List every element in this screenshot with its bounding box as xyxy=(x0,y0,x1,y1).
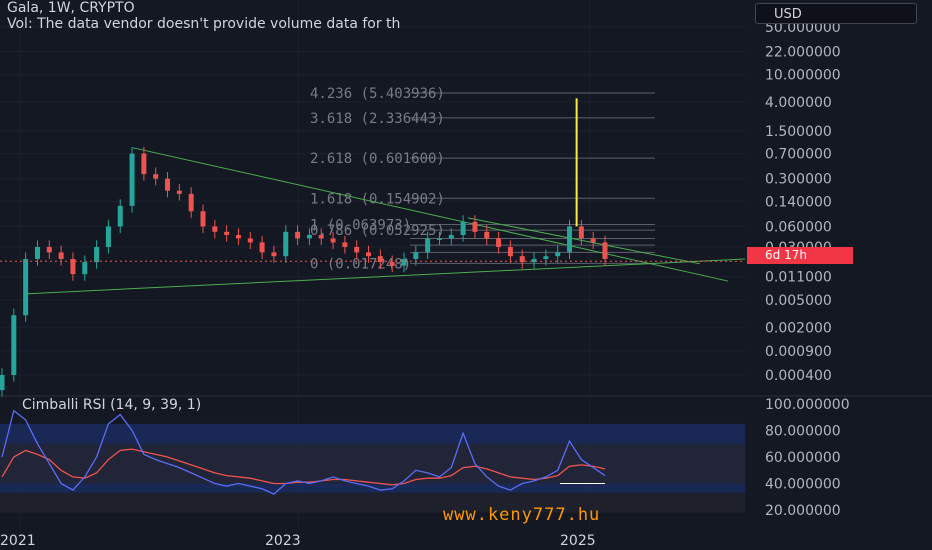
chart-title: Gala, 1W, CRYPTO xyxy=(7,0,135,16)
candle-body xyxy=(188,193,194,212)
candle-body xyxy=(602,242,608,259)
price-tick-label: 1.500000 xyxy=(765,124,832,140)
time-tick-label: 2025 xyxy=(560,533,596,549)
candle-body xyxy=(448,234,454,239)
chart-root: 4.236 (5.403936) 3.618 (2.336443) 2.618 (0… xyxy=(0,0,932,550)
candle-body xyxy=(82,262,88,275)
time-tick-label: 2023 xyxy=(265,533,301,549)
rsi-lower-band xyxy=(0,483,745,493)
candle-body xyxy=(129,153,135,206)
price-tick-label: 0.000900 xyxy=(765,344,832,360)
candle-body xyxy=(436,238,442,240)
candle-body xyxy=(366,252,372,257)
candle-body xyxy=(176,190,182,194)
time-tick-label: 2021 xyxy=(0,533,36,549)
rsi-indicator-title: Cimballi RSI (14, 9, 39, 1) xyxy=(22,397,202,413)
candle-body xyxy=(342,242,348,247)
rsi-upper-band xyxy=(0,423,745,444)
candle-body xyxy=(484,231,490,239)
fib-level-label: 4.236 (5.403936) xyxy=(310,86,445,102)
candle-body xyxy=(11,315,17,375)
rsi-tick-label: 80.000000 xyxy=(765,424,841,440)
rsi-bands xyxy=(0,423,745,513)
candle-body xyxy=(34,246,40,259)
price-tick-label: 0.140000 xyxy=(765,194,832,210)
price-tick-label: 0.700000 xyxy=(765,147,832,163)
price-tick-label: 0.000400 xyxy=(765,368,832,384)
fib-level-label: 2.618 (0.601600) xyxy=(310,151,445,167)
candle-body xyxy=(0,375,5,391)
price-tick-label: 0.060000 xyxy=(765,219,832,235)
currency-selector[interactable]: USD xyxy=(755,3,917,24)
candle-body xyxy=(200,211,206,227)
price-tick-label: 0.011000 xyxy=(765,270,832,286)
candle-countdown-badge: 6d 17h xyxy=(747,247,853,264)
candle-body xyxy=(153,174,159,179)
candle-body xyxy=(389,262,395,266)
rsi-bottom-band xyxy=(0,492,745,513)
candle-body xyxy=(94,246,100,263)
candle-body xyxy=(496,238,502,247)
price-tick-label: 22.000000 xyxy=(765,44,841,60)
fib-level-label: 0.786 (0.052925) xyxy=(310,223,445,239)
candle-body xyxy=(271,252,277,257)
candle-body xyxy=(259,242,265,253)
candle-body xyxy=(507,246,513,257)
rsi-tick-label: 60.000000 xyxy=(765,450,841,466)
candle-body xyxy=(235,234,241,239)
fib-level-label: 0 (0.017248) xyxy=(310,256,411,272)
candle-body xyxy=(578,226,584,239)
watermark: www.keny777.hu xyxy=(443,505,601,525)
rsi-middle-band xyxy=(0,443,745,484)
candle-body xyxy=(425,238,431,253)
rsi-tick-label: 40.000000 xyxy=(765,477,841,493)
rsi-tick-label: 20.000000 xyxy=(765,503,841,519)
candle-body xyxy=(318,234,324,239)
price-tick-label: 4.000000 xyxy=(765,95,832,111)
candle-body xyxy=(413,252,419,259)
candle-body xyxy=(295,231,301,239)
candle-body xyxy=(306,234,312,239)
candle-body xyxy=(590,238,596,243)
candle-body xyxy=(224,231,230,235)
candle-body xyxy=(58,252,64,259)
volume-note: Vol: The data vendor doesn't provide vol… xyxy=(7,16,401,32)
candle-body xyxy=(212,226,218,232)
fib-level-label: 1.618 (0.154902) xyxy=(310,191,445,207)
candle-body xyxy=(117,205,123,227)
candle-body xyxy=(330,238,336,243)
candle-body xyxy=(567,226,573,253)
rsi-tick-label: 100.000000 xyxy=(765,397,850,413)
candle-body xyxy=(283,231,289,257)
candle-body xyxy=(460,221,466,235)
candle-body xyxy=(247,238,253,243)
candle-body xyxy=(46,246,52,253)
candle-body xyxy=(472,221,478,232)
candle-body xyxy=(23,259,29,316)
price-tick-label: 0.005000 xyxy=(765,293,832,309)
candle-body xyxy=(105,226,111,247)
candle-body xyxy=(401,259,407,266)
candle-body xyxy=(555,252,561,257)
candle-body xyxy=(165,178,171,191)
price-tick-label: 10.000000 xyxy=(765,68,841,84)
chart-canvas[interactable]: 4.236 (5.403936) 3.618 (2.336443) 2.618 (0… xyxy=(0,0,932,550)
candle-body xyxy=(354,246,360,253)
candle-body xyxy=(543,256,549,259)
price-tick-label: 0.300000 xyxy=(765,172,832,188)
fib-level-label: 3.618 (2.336443) xyxy=(310,111,445,127)
candle-body xyxy=(141,153,147,175)
price-tick-label: 0.002000 xyxy=(765,320,832,336)
